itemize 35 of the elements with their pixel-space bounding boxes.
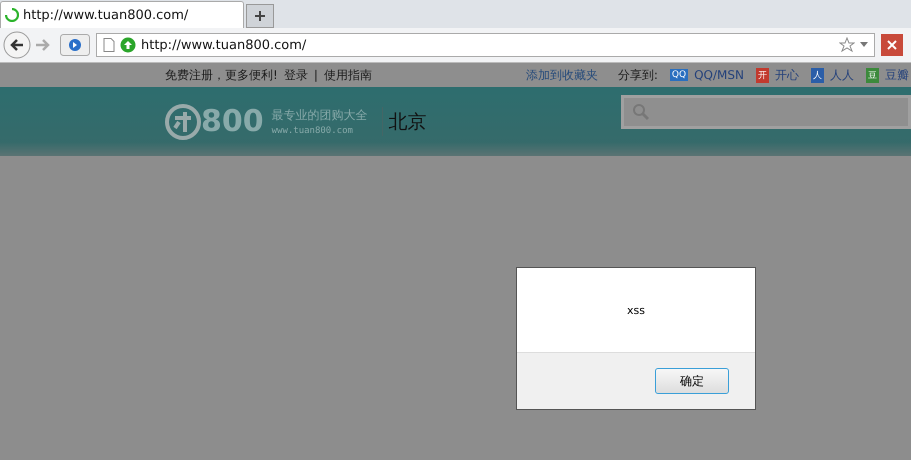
- logo-text: 800: [201, 104, 264, 139]
- bookmark-link[interactable]: 添加到收藏夹: [526, 66, 598, 84]
- slogan-text: 最专业的团购大全: [272, 107, 368, 124]
- search-field[interactable]: [621, 95, 911, 129]
- share-link[interactable]: 开心: [774, 66, 799, 84]
- plus-icon: [254, 10, 266, 22]
- share-icon[interactable]: QQ: [670, 69, 688, 81]
- caret-icon[interactable]: [860, 42, 868, 48]
- logo-icon: [165, 104, 201, 140]
- share-link[interactable]: QQ/MSN: [694, 68, 744, 82]
- login-link[interactable]: 登录: [284, 66, 308, 84]
- promo-text: 免费注册，更多便利!: [165, 66, 278, 84]
- separator-text: |: [314, 68, 318, 82]
- share-label: 分享到:: [618, 66, 658, 84]
- share-link[interactable]: 豆瓣: [884, 66, 909, 84]
- site-url-text: www.tuan800.com: [272, 126, 354, 136]
- address-field[interactable]: http://www.tuan800.com/: [96, 33, 875, 57]
- share-icon[interactable]: 开: [756, 68, 769, 82]
- compatibility-button[interactable]: [60, 34, 90, 56]
- share-icon[interactable]: 豆: [866, 68, 879, 82]
- browser-tab[interactable]: http://www.tuan800.com/: [0, 1, 244, 28]
- share-link[interactable]: 人人: [830, 66, 854, 84]
- stop-button[interactable]: [881, 34, 903, 56]
- search-icon: [632, 103, 650, 121]
- new-tab-button[interactable]: [246, 4, 274, 28]
- share-icon[interactable]: 人: [810, 68, 824, 82]
- ok-button[interactable]: 确定: [655, 368, 729, 394]
- close-icon: [887, 40, 897, 50]
- star-icon[interactable]: [839, 37, 855, 53]
- alert-message: xss: [627, 304, 645, 316]
- city-name[interactable]: 北京: [388, 108, 427, 134]
- back-button[interactable]: [2, 30, 32, 60]
- page-icon: [103, 38, 115, 52]
- loading-icon: [5, 8, 19, 22]
- guide-link[interactable]: 使用指南: [324, 66, 372, 84]
